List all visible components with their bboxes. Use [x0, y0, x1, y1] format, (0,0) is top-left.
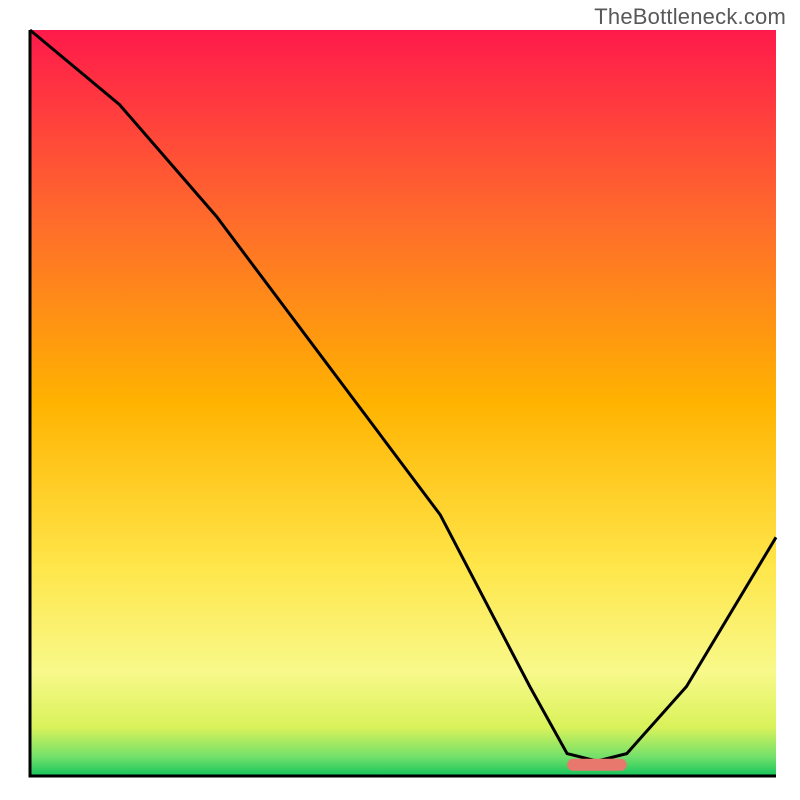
- plot-background: [30, 30, 776, 776]
- chart-svg: [0, 0, 800, 800]
- watermark-text: TheBottleneck.com: [594, 4, 786, 30]
- bottleneck-chart: TheBottleneck.com: [0, 0, 800, 800]
- optimal-range-highlight: [567, 759, 627, 771]
